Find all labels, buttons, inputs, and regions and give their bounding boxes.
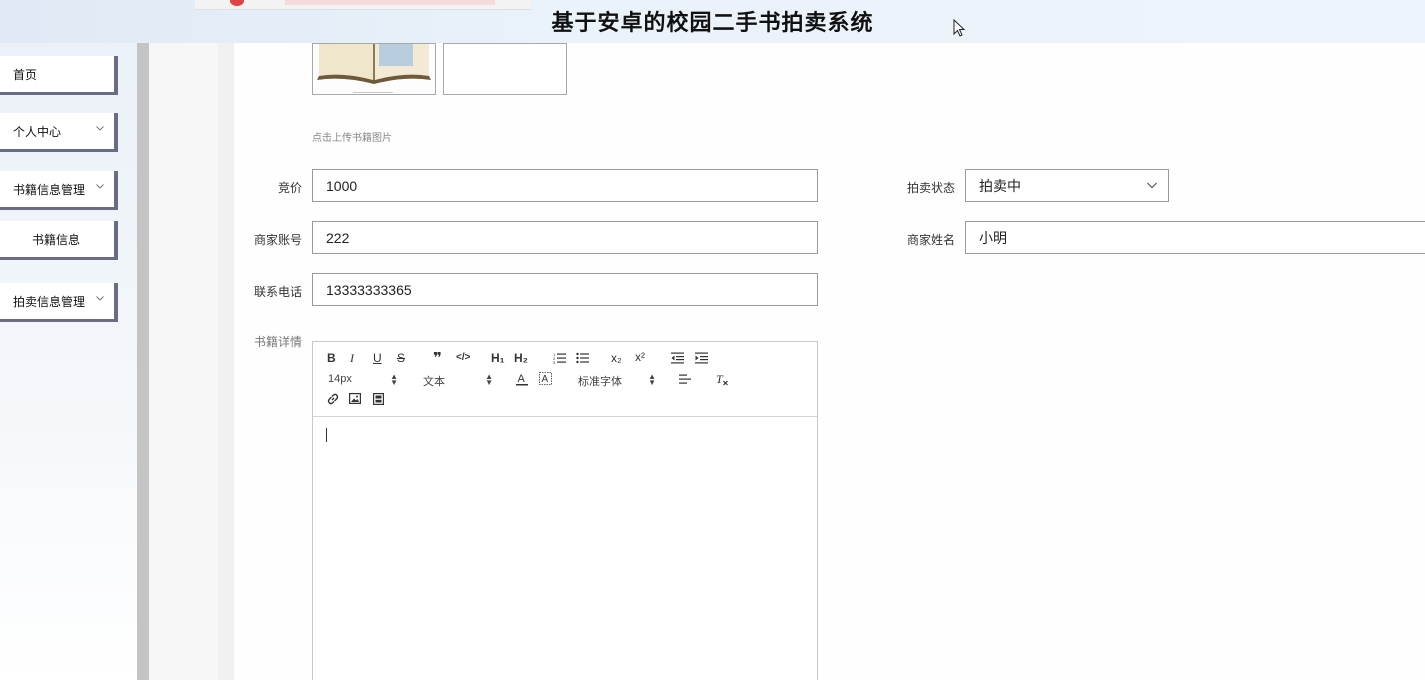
link-icon[interactable] xyxy=(327,393,339,405)
merchant-name-input[interactable]: 小明 xyxy=(965,221,1425,254)
align-left-icon[interactable] xyxy=(679,374,691,385)
sidebar-scroll-rail[interactable] xyxy=(137,43,149,680)
svg-text:A: A xyxy=(542,374,549,385)
chevron-down-icon xyxy=(1147,182,1157,189)
select-arrows-icon: ▲ ▼ xyxy=(390,372,398,387)
price-label: 竞价 xyxy=(277,181,302,195)
sidebar-item-label: 书籍信息管理 xyxy=(13,182,86,197)
sidebar-item-home[interactable]: 首页 xyxy=(0,56,118,95)
price-value: 1000 xyxy=(326,177,358,194)
subscript-button[interactable]: x₂ xyxy=(611,351,622,365)
phone-input[interactable]: 13333333365 xyxy=(312,273,818,306)
chevron-down-icon xyxy=(96,184,104,189)
auction-status-select[interactable]: 拍卖中 xyxy=(965,169,1169,202)
sidebar-item-label: 书籍信息 xyxy=(32,232,81,247)
italic-button[interactable]: I xyxy=(350,351,354,366)
book-image-thumbnail[interactable] xyxy=(312,43,436,95)
phone-value: 13333333365 xyxy=(326,281,412,298)
svg-text:T: T xyxy=(716,372,724,386)
ordered-list-icon[interactable]: 1 2 3 xyxy=(553,352,566,364)
font-size-value: 14px xyxy=(328,373,352,385)
blockquote-icon[interactable]: ❞ xyxy=(433,349,442,367)
page-title: 基于安卓的校园二手书拍卖系统 xyxy=(551,10,874,35)
image-icon[interactable] xyxy=(349,393,361,404)
font-size-select[interactable]: 14px ▲ ▼ xyxy=(328,372,398,387)
editor-toolbar: B I U S ❞ </> H₁ H₂ 1 2 3 x₂ x² 14px ▲ ▼… xyxy=(313,342,817,417)
code-block-icon[interactable]: </> xyxy=(456,352,470,363)
editor-content-area[interactable] xyxy=(313,417,817,681)
block-format-value: 文本 xyxy=(423,376,445,388)
indent-icon[interactable] xyxy=(695,352,708,364)
strikethrough-button[interactable]: S xyxy=(397,351,405,365)
chevron-down-icon xyxy=(96,126,104,131)
select-arrows-icon: ▲ ▼ xyxy=(485,372,493,387)
content-gutter-shade xyxy=(218,43,234,680)
sidebar-item-label: 首页 xyxy=(13,67,38,82)
block-format-select[interactable]: 文本 ▲ ▼ xyxy=(423,373,493,389)
chevron-down-icon xyxy=(96,296,104,301)
price-input[interactable]: 1000 xyxy=(312,169,818,202)
font-color-icon[interactable]: A xyxy=(516,372,528,386)
video-icon[interactable] xyxy=(373,393,384,405)
upload-image-button[interactable] xyxy=(443,43,567,95)
svg-text:3: 3 xyxy=(553,360,556,364)
upload-hint-text: 点击上传书籍图片 xyxy=(312,133,392,144)
sidebar-item-auction-management[interactable]: 拍卖信息管理 xyxy=(0,283,118,322)
underline-button[interactable]: U xyxy=(373,351,382,365)
header-bar: 基于安卓的校园二手书拍卖系统 xyxy=(0,0,1425,43)
bold-button[interactable]: B xyxy=(327,351,336,365)
select-arrows-icon: ▲ ▼ xyxy=(648,372,656,387)
mouse-cursor-icon xyxy=(953,19,965,37)
auction-status-label: 拍卖状态 xyxy=(906,181,955,195)
merchant-account-label: 商家账号 xyxy=(253,233,302,247)
sidebar-item-personal-center[interactable]: 个人中心 xyxy=(0,113,118,152)
rich-text-editor: B I U S ❞ </> H₁ H₂ 1 2 3 x₂ x² 14px ▲ ▼… xyxy=(312,341,818,680)
sidebar-item-label: 拍卖信息管理 xyxy=(13,294,86,309)
merchant-name-value: 小明 xyxy=(979,229,1007,246)
sidebar-item-book-management[interactable]: 书籍信息管理 xyxy=(0,171,118,210)
book-details-label: 书籍详情 xyxy=(253,335,302,349)
font-family-select[interactable]: 标准字体 ▲ ▼ xyxy=(578,373,656,389)
bullet-list-icon[interactable] xyxy=(576,352,589,364)
superscript-button[interactable]: x² xyxy=(635,350,645,364)
sidebar-item-label: 个人中心 xyxy=(13,124,62,139)
merchant-account-value: 222 xyxy=(326,229,350,246)
merchant-account-input[interactable]: 222 xyxy=(312,221,818,254)
heading-2-button[interactable]: H₂ xyxy=(514,351,528,365)
outdent-icon[interactable] xyxy=(671,352,684,364)
merchant-name-label: 商家姓名 xyxy=(906,233,955,247)
svg-text:A: A xyxy=(518,373,526,385)
auction-status-value: 拍卖中 xyxy=(979,177,1021,194)
open-book-image xyxy=(313,44,435,94)
background-color-icon[interactable]: A xyxy=(539,372,552,386)
heading-1-button[interactable]: H₁ xyxy=(491,351,505,365)
sidebar-item-book-info[interactable]: 书籍信息 xyxy=(0,221,118,260)
phone-label: 联系电话 xyxy=(253,285,302,299)
clear-format-icon[interactable]: T xyxy=(715,372,729,386)
font-family-value: 标准字体 xyxy=(578,376,622,388)
